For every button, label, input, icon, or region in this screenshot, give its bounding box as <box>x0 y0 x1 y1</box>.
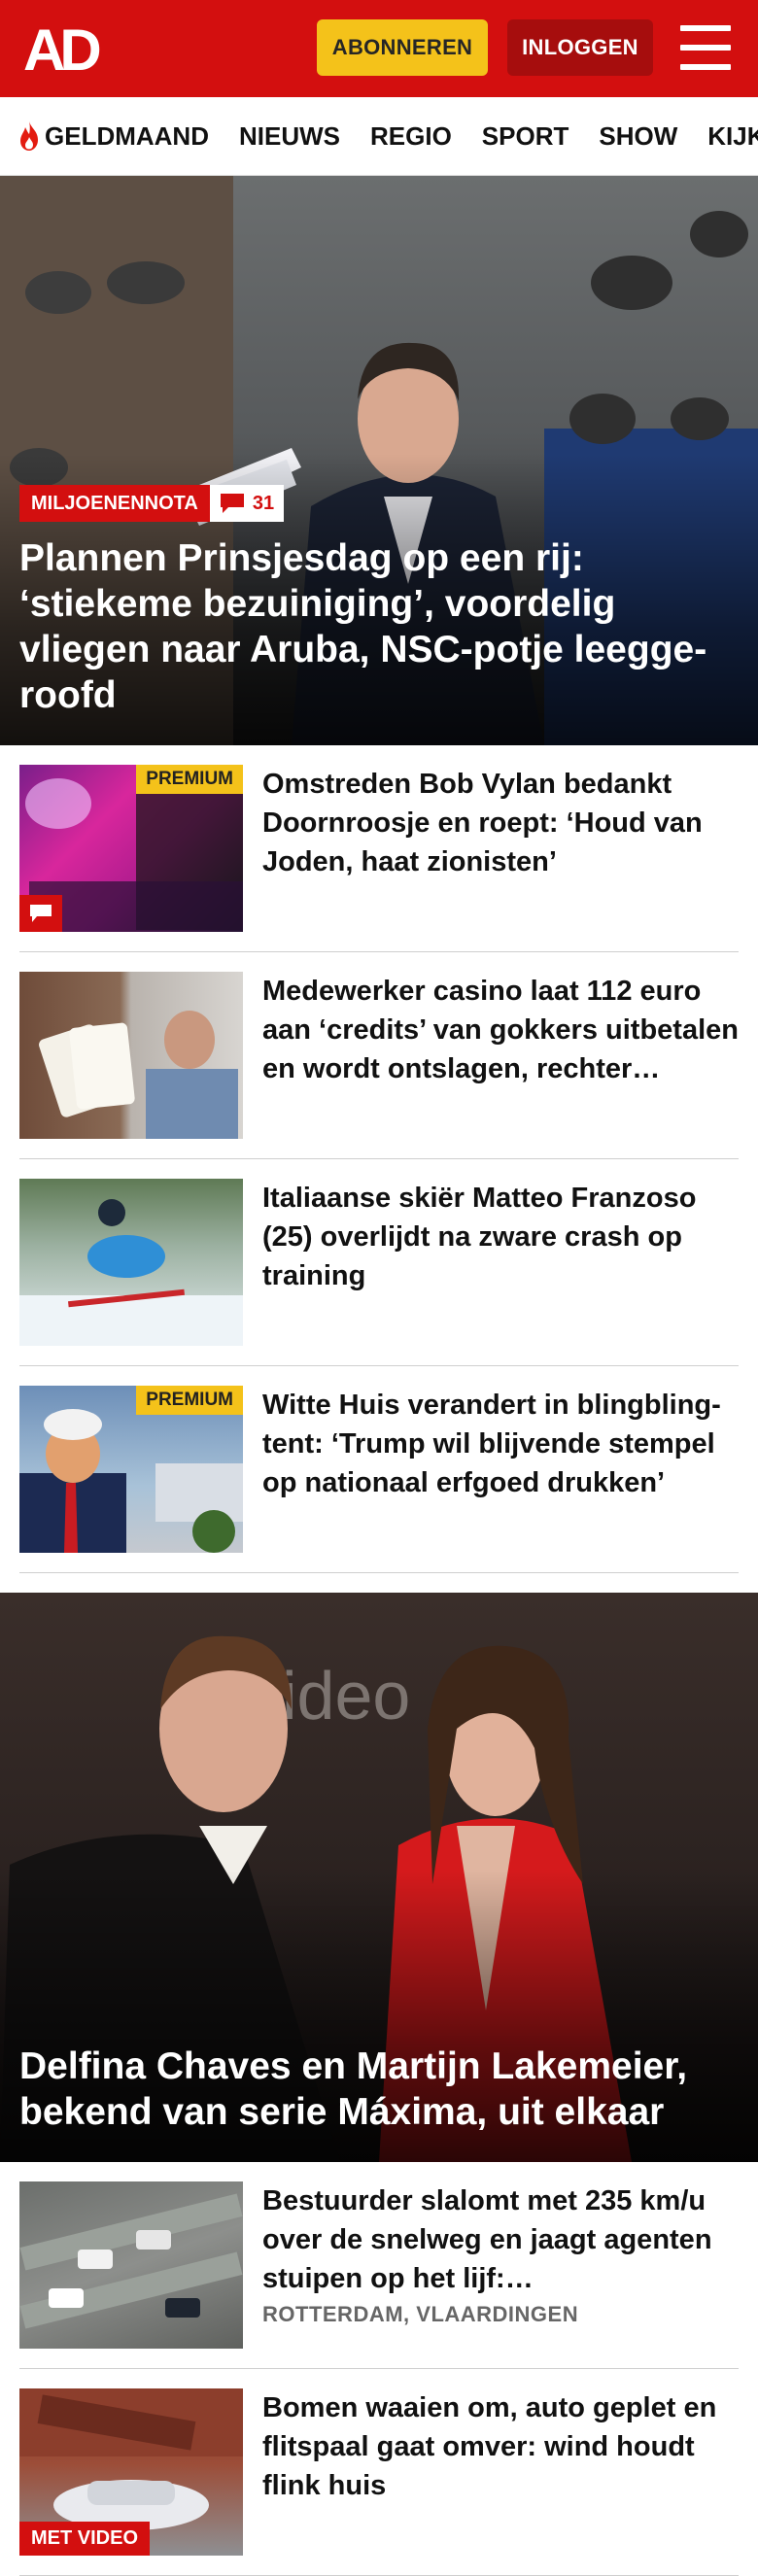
article-title[interactable]: Omstreden Bob Vylan bedankt Doornroosje … <box>262 765 739 881</box>
article-title[interactable]: Bestuurder slalomt met 235 km/u over de … <box>262 2181 739 2298</box>
article-thumbnail <box>19 972 243 1139</box>
premium-badge: PREMIUM <box>136 765 243 794</box>
top-bar: AD ABONNEREN INLOGGEN <box>0 0 758 97</box>
article-title[interactable]: Medewerker casino laat 112 euro aan ‘cre… <box>262 972 739 1088</box>
article-thumbnail: MET VIDEO <box>19 2388 243 2556</box>
article-thumbnail <box>19 1179 243 1346</box>
comment-count[interactable]: 31 <box>209 485 285 522</box>
subscribe-button[interactable]: ABONNEREN <box>317 19 488 76</box>
hero-article-2[interactable]: ideo Delfina Chaves en Martijn Lakemeier… <box>0 1593 758 2162</box>
video-badge: MET VIDEO <box>19 2522 151 2556</box>
svg-text:AD: AD <box>23 19 99 78</box>
hero-article[interactable]: MILJOENENNOTA 31 Plannen Prinsjesdag op … <box>0 176 758 745</box>
comment-count-value: 31 <box>252 492 275 514</box>
svg-text:ideo: ideo <box>282 1658 410 1734</box>
article-card[interactable]: Bestuurder slalomt met 235 km/u over de … <box>19 2162 739 2369</box>
nav-item-regio[interactable]: REGIO <box>370 121 452 152</box>
nav-item-sport[interactable]: SPORT <box>482 121 569 152</box>
ad-logo[interactable]: AD <box>23 19 113 78</box>
article-thumbnail: PREMIUM <box>19 765 243 932</box>
article-list: PREMIUM Omstreden Bob Vylan bedankt Door… <box>0 745 758 1573</box>
article-card[interactable]: Medewerker casino laat 112 euro aan ‘cre… <box>19 952 739 1159</box>
premium-badge: PREMIUM <box>136 1386 243 1415</box>
article-list-2: Bestuurder slalomt met 235 km/u over de … <box>0 2162 758 2576</box>
nav-item-geldmaand[interactable]: GELDMAAND <box>17 120 209 152</box>
section-tag[interactable]: MILJOENENNOTA <box>19 485 210 522</box>
thumb-image <box>39 1011 238 1139</box>
article-text: Omstreden Bob Vylan bedankt Doornroosje … <box>262 765 739 932</box>
comment-badge <box>19 895 62 932</box>
hero-tags: MILJOENENNOTA 31 <box>19 485 285 522</box>
article-title[interactable]: Italiaanse skiër Matteo Franzoso (25) ov… <box>262 1179 739 1295</box>
article-thumbnail <box>19 2181 243 2349</box>
article-card[interactable]: PREMIUM Omstreden Bob Vylan bedankt Door… <box>19 745 739 952</box>
article-thumbnail: PREMIUM <box>19 1386 243 1553</box>
article-location: ROTTERDAM, VLAARDINGEN <box>262 2302 579 2326</box>
article-title[interactable]: Bomen waaien om, auto geplet en flitspaa… <box>262 2388 739 2505</box>
nav-item-nieuws[interactable]: NIEUWS <box>239 121 340 152</box>
hero-title[interactable]: Plannen Prinsjesdag op een rij: ‘stiekem… <box>19 535 739 718</box>
hero-title[interactable]: Delfina Chaves en Martijn Lakemeier, bek… <box>19 2044 739 2135</box>
comment-icon <box>30 905 52 922</box>
article-card[interactable]: Italiaanse skiër Matteo Franzoso (25) ov… <box>19 1159 739 1366</box>
login-button[interactable]: INLOGGEN <box>507 19 653 76</box>
article-card[interactable]: MET VIDEO Bomen waaien om, auto geplet e… <box>19 2369 739 2576</box>
thumb-image <box>19 2193 243 2329</box>
article-title[interactable]: Witte Huis verandert in blingbling-tent:… <box>262 1386 739 1502</box>
article-card[interactable]: PREMIUM Witte Huis verandert in blingbli… <box>19 1366 739 1573</box>
flame-icon <box>20 121 38 151</box>
section-nav: GELDMAAND NIEUWS REGIO SPORT SHOW KIJK <box>0 97 758 176</box>
hamburger-icon[interactable] <box>680 25 731 70</box>
article-text: Bomen waaien om, auto geplet en flitspaa… <box>262 2388 739 2556</box>
article-text: Bestuurder slalomt met 235 km/u over de … <box>262 2181 739 2349</box>
thumb-image <box>19 1199 243 1346</box>
nav-item-show[interactable]: SHOW <box>599 121 677 152</box>
nav-item-kijk[interactable]: KIJK <box>707 121 758 152</box>
article-text: Medewerker casino laat 112 euro aan ‘cre… <box>262 972 739 1139</box>
article-text: Witte Huis verandert in blingbling-tent:… <box>262 1386 739 1553</box>
comment-icon <box>220 494 244 513</box>
article-text: Italiaanse skiër Matteo Franzoso (25) ov… <box>262 1179 739 1346</box>
nav-label: GELDMAAND <box>45 120 209 151</box>
